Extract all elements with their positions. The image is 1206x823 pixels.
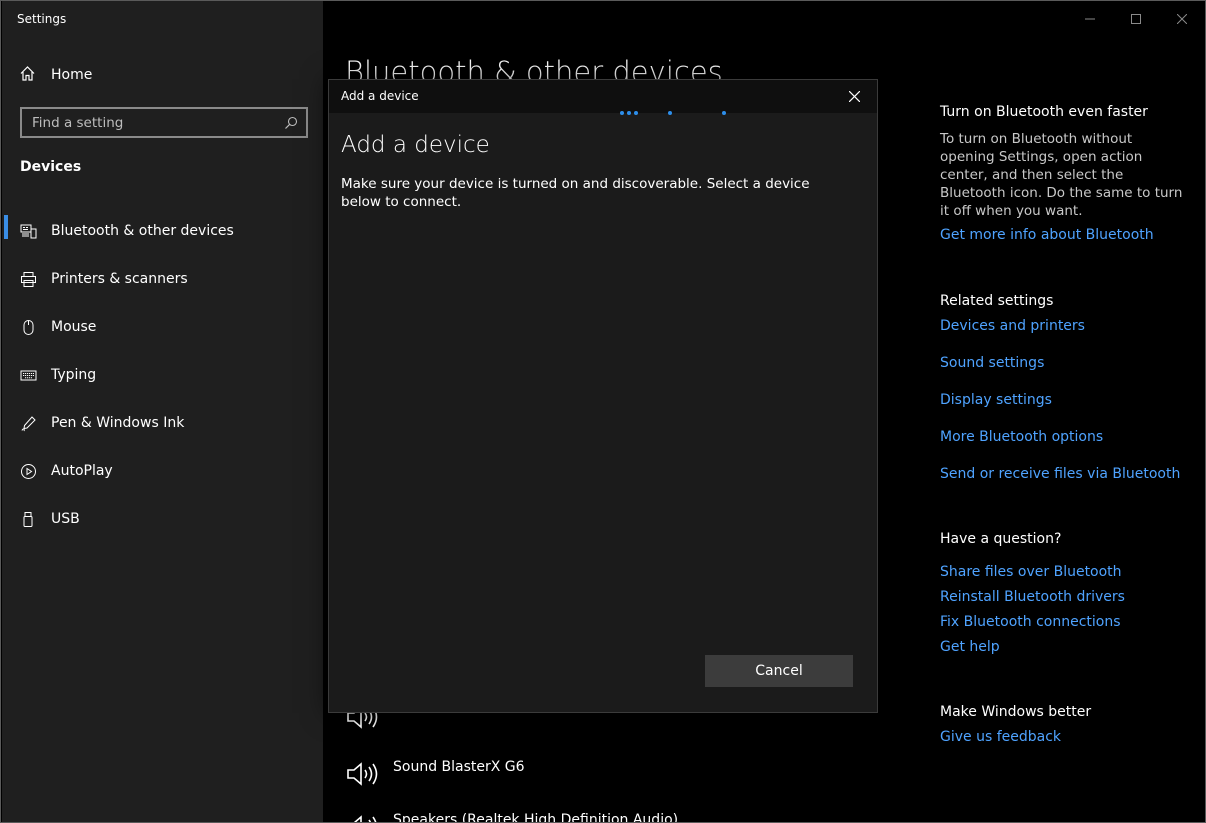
usb-icon (20, 511, 37, 528)
related-settings-heading: Related settings (940, 293, 1054, 309)
dialog-heading: Add a device (341, 132, 490, 158)
device-label: Sound BlasterX G6 (393, 759, 525, 775)
sidebar-item-autoplay[interactable]: AutoPlay (2, 447, 323, 495)
speaker-icon (345, 760, 381, 792)
close-icon (848, 87, 860, 106)
bluetooth-devices-icon (20, 223, 37, 240)
progress-dots (614, 111, 734, 119)
dialog-title: Add a device (341, 89, 419, 103)
sidebar-item-label: Mouse (51, 319, 97, 335)
dialog-description: Make sure your device is turned on and d… (341, 176, 810, 210)
home-nav-item[interactable]: Home (19, 65, 92, 85)
sidebar-item-bluetooth[interactable]: Bluetooth & other devices (2, 207, 323, 255)
sidebar-item-label: Bluetooth & other devices (51, 223, 234, 239)
app-title: Settings (17, 12, 67, 26)
speaker-icon (345, 813, 381, 822)
get-help-link[interactable]: Get help (940, 639, 1185, 655)
settings-window: Settings Home Devices Bluetooth & other … (0, 0, 1206, 823)
related-link-sound-settings[interactable]: Sound settings (940, 355, 1185, 371)
sidebar: Settings Home Devices Bluetooth & other … (2, 1, 323, 822)
sidebar-item-typing[interactable]: Typing (2, 351, 323, 399)
bt-faster-heading: Turn on Bluetooth even faster (940, 104, 1148, 120)
dialog-close-button[interactable] (831, 80, 877, 113)
help-link-fix-connections[interactable]: Fix Bluetooth connections (940, 614, 1185, 630)
pen-icon (20, 415, 37, 432)
close-button[interactable] (1159, 1, 1205, 35)
sidebar-item-label: AutoPlay (51, 463, 113, 479)
dialog-titlebar: Add a device (329, 80, 877, 113)
window-controls (1067, 1, 1205, 35)
autoplay-icon (20, 463, 37, 480)
sidebar-item-usb[interactable]: USB (2, 495, 323, 543)
bt-faster-text: To turn on Bluetooth without opening Set… (940, 131, 1183, 219)
home-label: Home (51, 67, 93, 83)
feedback-link[interactable]: Give us feedback (940, 729, 1185, 745)
right-panel: Turn on Bluetooth even faster To turn on… (940, 104, 1185, 745)
sidebar-item-label: Printers & scanners (51, 271, 188, 287)
bt-info-link[interactable]: Get more info about Bluetooth (940, 227, 1185, 243)
close-icon (1176, 9, 1188, 28)
minimize-button[interactable] (1067, 1, 1113, 35)
sidebar-item-label: Typing (51, 367, 97, 383)
maximize-button[interactable] (1113, 1, 1159, 35)
help-link-reinstall-drivers[interactable]: Reinstall Bluetooth drivers (940, 589, 1185, 605)
cancel-button[interactable]: Cancel (705, 655, 853, 687)
search-box[interactable] (20, 107, 308, 138)
device-item[interactable]: Sound BlasterX G6 (345, 759, 525, 792)
sidebar-item-label: Pen & Windows Ink (51, 415, 185, 431)
keyboard-icon (20, 367, 37, 384)
mouse-icon (20, 319, 37, 336)
related-link-more-bt-options[interactable]: More Bluetooth options (940, 429, 1185, 445)
make-windows-better-heading: Make Windows better (940, 704, 1092, 720)
question-heading: Have a question? (940, 531, 1062, 547)
device-label: Speakers (Realtek High Definition Audio) (393, 812, 679, 823)
help-link-share-files[interactable]: Share files over Bluetooth (940, 564, 1185, 580)
related-link-display-settings[interactable]: Display settings (940, 392, 1185, 408)
device-item[interactable]: Speakers (Realtek High Definition Audio) (345, 812, 679, 823)
sidebar-item-printers[interactable]: Printers & scanners (2, 255, 323, 303)
search-input[interactable] (32, 114, 306, 131)
sidebar-item-mouse[interactable]: Mouse (2, 303, 323, 351)
printer-icon (20, 271, 37, 288)
minimize-icon (1085, 9, 1095, 28)
sidebar-nav: Bluetooth & other devices Printers & sca… (2, 207, 323, 543)
home-icon (19, 65, 36, 86)
search-icon[interactable] (284, 115, 298, 134)
add-device-dialog: Add a device Add a device Make sure your… (328, 79, 878, 713)
maximize-icon (1131, 9, 1141, 28)
sidebar-item-label: USB (51, 511, 80, 527)
related-link-send-receive-files[interactable]: Send or receive files via Bluetooth (940, 466, 1185, 482)
section-title: Devices (20, 159, 82, 175)
related-link-devices-printers[interactable]: Devices and printers (940, 318, 1185, 334)
sidebar-item-pen[interactable]: Pen & Windows Ink (2, 399, 323, 447)
